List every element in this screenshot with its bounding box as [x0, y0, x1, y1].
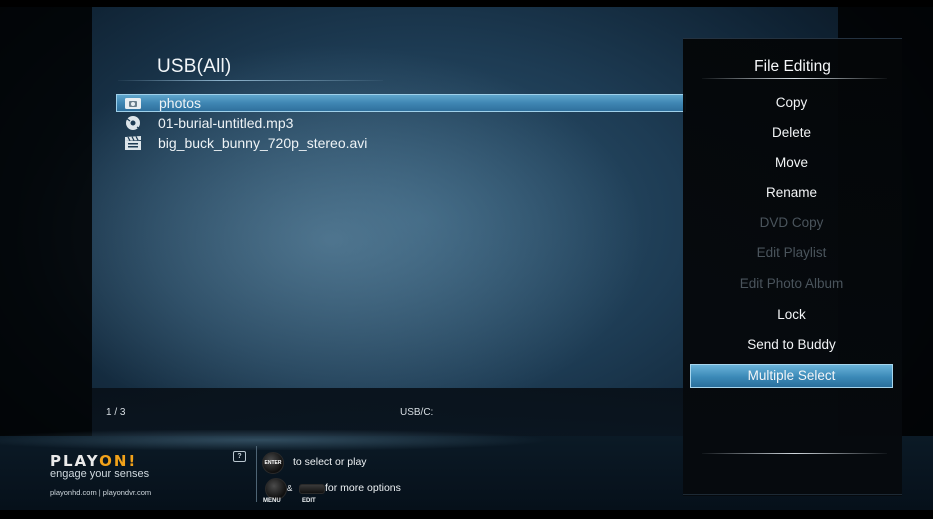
title-underline: [118, 80, 383, 81]
menu-item-edit-playlist: Edit Playlist: [756, 245, 827, 260]
hint-options-text: for more options: [325, 482, 401, 494]
hint-select-text: to select or play: [293, 456, 367, 468]
hint-ampersand: &: [287, 484, 293, 493]
menu-button-icon: [265, 478, 287, 500]
menu-item-edit-photo-album: Edit Photo Album: [739, 276, 844, 291]
screen-frame-top: [0, 0, 933, 7]
file-row-photos[interactable]: photos: [116, 94, 686, 112]
music-disc-icon: [122, 115, 144, 131]
enter-button-icon: ENTER: [262, 452, 284, 474]
page-counter: 1 / 3: [106, 407, 126, 418]
help-icon: ?: [233, 451, 246, 462]
video-clapper-icon: [122, 135, 144, 151]
file-name: photos: [159, 95, 202, 111]
file-row-mp3[interactable]: 01-burial-untitled.mp3: [116, 114, 686, 132]
menu-title-underline: [702, 78, 887, 79]
screen-frame-bottom: [0, 510, 933, 519]
menu-item-copy[interactable]: Copy: [690, 91, 893, 115]
menu-item-move[interactable]: Move: [690, 151, 893, 175]
help-divider: [256, 446, 257, 502]
menu-button-caption: MENU: [263, 498, 281, 504]
menu-item-rename[interactable]: Rename: [690, 181, 893, 205]
menu-item-lock[interactable]: Lock: [690, 303, 893, 327]
file-row-video[interactable]: big_buck_bunny_720p_stereo.avi: [116, 134, 686, 152]
menu-item-send-to-buddy[interactable]: Send to Buddy: [690, 333, 893, 357]
menu-bottom-edge: [683, 494, 902, 495]
page-title: USB(All): [157, 56, 232, 77]
file-name: big_buck_bunny_720p_stereo.avi: [158, 135, 368, 151]
logo-tagline: engage your senses: [50, 468, 150, 480]
current-path: USB/C:: [400, 407, 434, 418]
menu-item-dvd-copy: DVD Copy: [759, 215, 824, 230]
website-text: playonhd.com | playondvr.com: [50, 488, 152, 497]
edit-button-caption: EDIT: [302, 498, 316, 504]
menu-title: File Editing: [754, 58, 831, 75]
menu-item-multiple-select[interactable]: Multiple Select: [690, 364, 893, 388]
file-name: 01-burial-untitled.mp3: [158, 115, 294, 131]
menu-item-delete[interactable]: Delete: [690, 121, 893, 145]
folder-icon: [123, 95, 145, 111]
edit-button-icon: [299, 484, 325, 494]
menu-bottom-divider: [702, 453, 887, 454]
